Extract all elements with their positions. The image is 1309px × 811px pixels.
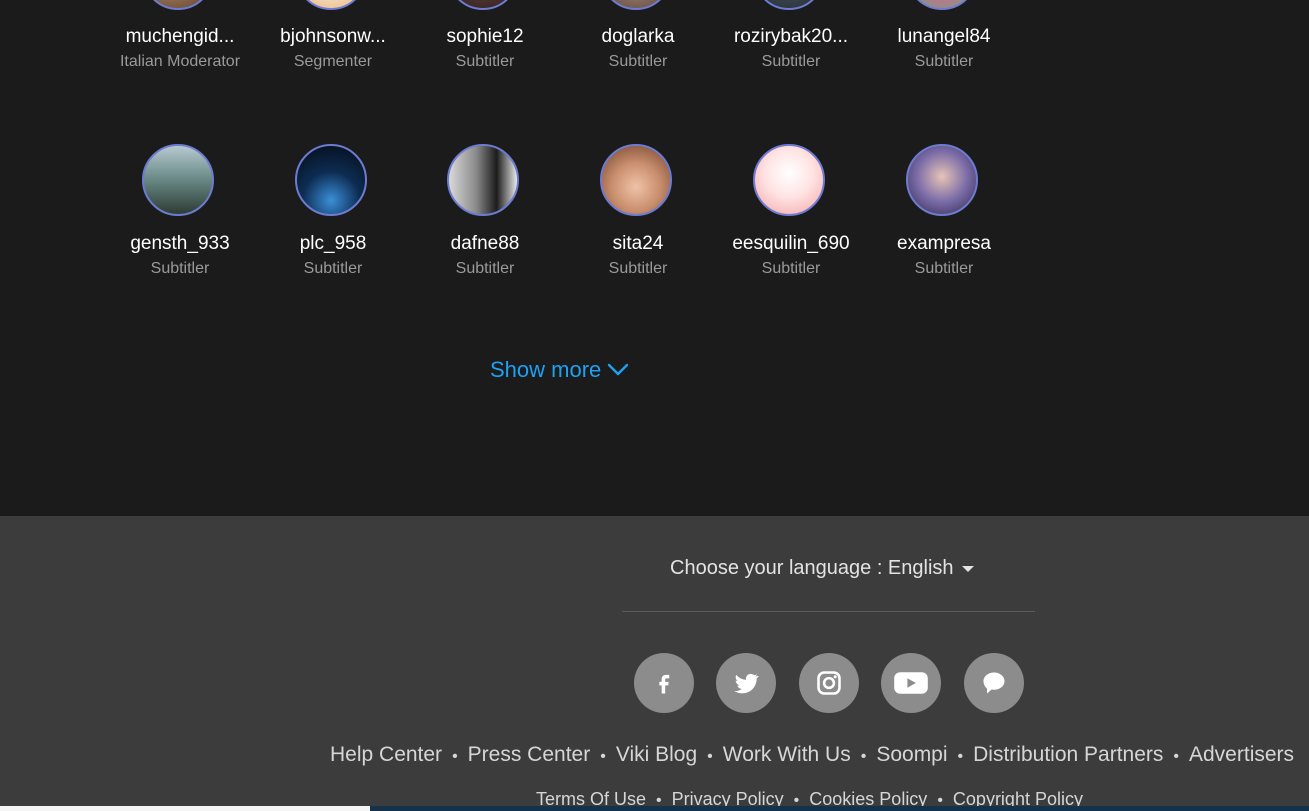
avatar[interactable]: [447, 0, 519, 10]
separator-dot: •: [707, 748, 713, 765]
separator-dot: •: [957, 748, 964, 765]
show-more-button[interactable]: Show more: [490, 357, 629, 383]
separator-dot: •: [1173, 748, 1179, 765]
twitter-icon[interactable]: [716, 653, 776, 713]
avatar[interactable]: [600, 144, 672, 216]
avatar[interactable]: [753, 0, 825, 10]
member-name[interactable]: muchengid...: [104, 26, 256, 48]
member-name[interactable]: bjohnsonw...: [257, 26, 409, 48]
page-bottom-bar: [370, 806, 1309, 811]
show-more-label: Show more: [490, 357, 602, 382]
page-bottom-bar: [0, 806, 370, 811]
member-name[interactable]: exampresa: [868, 233, 1020, 255]
chevron-down-icon: [608, 363, 629, 376]
member-role: Subtitler: [914, 260, 974, 277]
member-role: Subtitler: [608, 260, 668, 277]
avatar[interactable]: [142, 0, 214, 10]
avatar[interactable]: [447, 144, 519, 216]
chat-icon[interactable]: [964, 653, 1024, 713]
viki-blog-link[interactable]: Viki Blog: [616, 743, 697, 766]
footer-links-primary: Help Center • Press Center • Viki Blog • Work …: [330, 743, 1294, 767]
member-name[interactable]: sita24: [562, 233, 714, 255]
member-name[interactable]: rozirybak20...: [715, 26, 867, 48]
member-name[interactable]: eesquilin_690: [715, 233, 867, 255]
divider: [622, 611, 1035, 612]
soompi-link[interactable]: Soompi: [876, 743, 947, 766]
member-role: Subtitler: [761, 53, 821, 70]
press-center-link[interactable]: Press Center: [468, 743, 591, 766]
separator-dot: •: [452, 748, 458, 765]
member-role: Subtitler: [914, 53, 974, 70]
member-name[interactable]: gensth_933: [104, 233, 256, 255]
instagram-icon[interactable]: [799, 653, 859, 713]
avatar[interactable]: [600, 0, 672, 10]
avatar[interactable]: [295, 0, 367, 10]
work-with-us-link[interactable]: Work With Us: [723, 743, 851, 766]
member-role: Italian Moderator: [119, 53, 241, 70]
members-section: muchengid... Italian Moderator bjohnsonw…: [0, 0, 1309, 516]
avatar[interactable]: [295, 144, 367, 216]
member-name[interactable]: lunangel84: [868, 26, 1020, 48]
member-role: Subtitler: [455, 53, 515, 70]
member-name[interactable]: doglarka: [562, 26, 714, 48]
language-label: Choose your language : English: [670, 557, 954, 579]
member-role: Subtitler: [455, 260, 515, 277]
member-role: Subtitler: [608, 53, 668, 70]
member-name[interactable]: plc_958: [257, 233, 409, 255]
member-role: Subtitler: [150, 260, 210, 277]
caret-down-icon: [961, 565, 974, 572]
avatar[interactable]: [753, 144, 825, 216]
separator-dot: •: [600, 748, 606, 765]
advertisers-link[interactable]: Advertisers: [1189, 743, 1294, 766]
member-name[interactable]: sophie12: [409, 26, 561, 48]
distribution-partners-link[interactable]: Distribution Partners: [973, 743, 1163, 766]
help-center-link[interactable]: Help Center: [330, 743, 442, 766]
footer: Choose your language : English Help Cent…: [0, 516, 1309, 811]
member-role: Subtitler: [761, 260, 821, 277]
member-role: Segmenter: [293, 53, 373, 70]
youtube-icon[interactable]: [881, 653, 941, 713]
separator-dot: •: [860, 748, 867, 765]
facebook-icon[interactable]: [634, 653, 694, 713]
avatar[interactable]: [142, 144, 214, 216]
member-role: Subtitler: [303, 260, 363, 277]
avatar[interactable]: [906, 0, 978, 10]
avatar[interactable]: [906, 144, 978, 216]
language-selector[interactable]: Choose your language : English: [670, 557, 974, 580]
member-name[interactable]: dafne88: [409, 233, 561, 255]
